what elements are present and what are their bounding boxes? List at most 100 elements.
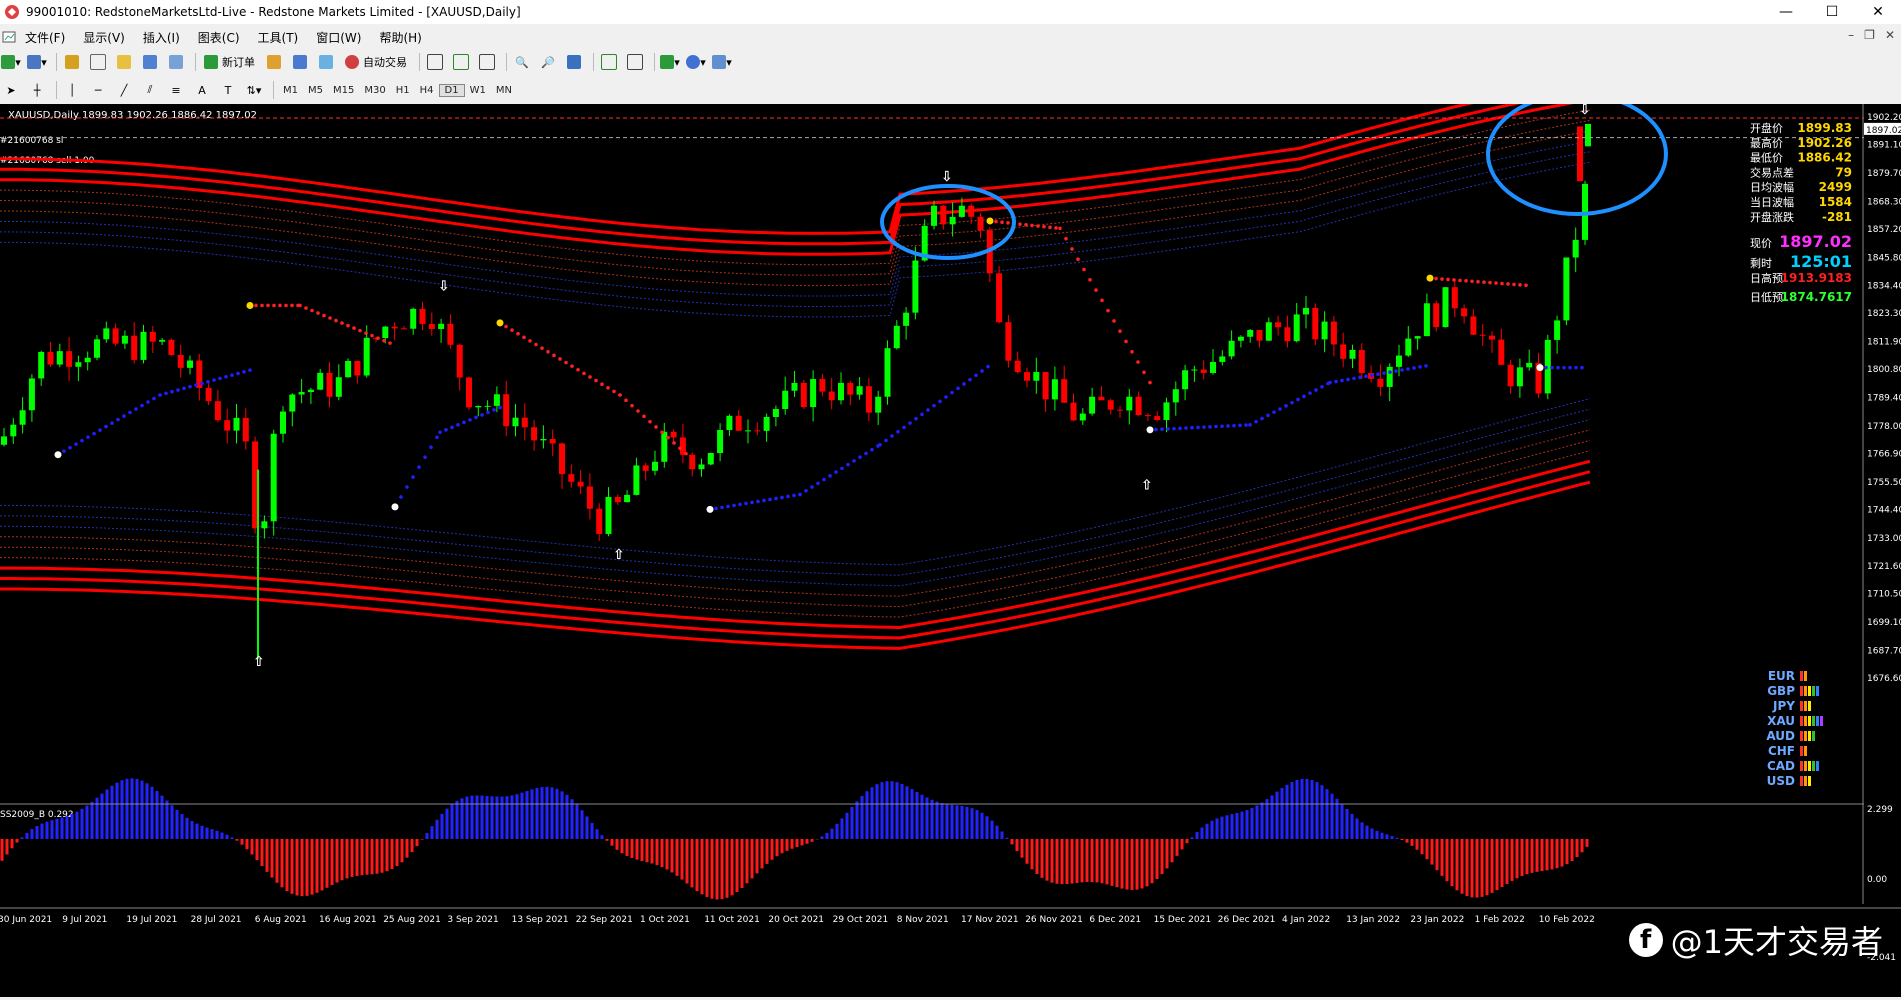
candle-body: [800, 382, 807, 408]
zoom-in-button[interactable]: 🔍: [511, 52, 533, 72]
auto-trading-button[interactable]: 自动交易: [341, 52, 411, 72]
price-tick: 1811.90: [1867, 338, 1901, 348]
terminal-icon: [143, 55, 157, 69]
trail-start-dot: [1536, 364, 1544, 372]
signals-button[interactable]: [289, 52, 311, 72]
trendline-button[interactable]: ╱: [113, 80, 135, 100]
trail-dot: [1272, 410, 1276, 414]
menu-tools[interactable]: 工具(T): [249, 29, 308, 46]
menu-charts[interactable]: 图表(C): [189, 29, 249, 46]
trail-dot: [684, 451, 688, 456]
line-chart-button[interactable]: [476, 52, 498, 72]
templates-button[interactable]: ▾: [711, 52, 733, 72]
data-window-button[interactable]: [87, 52, 109, 72]
trail-dot: [606, 385, 610, 390]
profiles-button[interactable]: ▾: [26, 52, 48, 72]
tile-windows-button[interactable]: [563, 52, 585, 72]
horizontal-line-button[interactable]: ─: [87, 80, 109, 100]
new-order-button[interactable]: 新订单: [200, 52, 259, 72]
price-now-value: 1897.02: [1779, 232, 1852, 251]
trail-dot: [1006, 221, 1010, 225]
close-button[interactable]: ✕: [1855, 0, 1901, 24]
cursor-button[interactable]: ➤: [0, 80, 22, 100]
new-chart-button[interactable]: ▾: [0, 52, 22, 72]
standard-toolbar: ▾ ▾ 新订单 自动交易 🔍 🔎 ▾ ▾ ▾: [0, 50, 1901, 74]
periods-button[interactable]: ▾: [685, 52, 707, 72]
price-chart[interactable]: XAUUSD,Daily 1899.83 1902.26 1886.42 189…: [0, 77, 1901, 997]
candlestick-button[interactable]: [450, 52, 472, 72]
text-button[interactable]: A: [191, 80, 213, 100]
child-minimize-icon[interactable]: –: [1848, 28, 1854, 42]
trail-dot: [1400, 368, 1404, 372]
separator: [506, 53, 507, 71]
menu-window[interactable]: 窗口(W): [307, 29, 370, 46]
trail-dot: [1244, 423, 1248, 427]
tf-m30[interactable]: M30: [359, 85, 390, 96]
candle-body: [475, 405, 482, 408]
currency-strength-bar: [1804, 761, 1807, 771]
currency-strength-bar: [1804, 716, 1807, 726]
menu-view[interactable]: 显示(V): [74, 29, 134, 46]
candle-body: [1479, 334, 1486, 336]
minimize-button[interactable]: —: [1763, 0, 1809, 24]
trail-dot: [236, 371, 240, 376]
chart-shift-button[interactable]: [624, 52, 646, 72]
separator: [273, 81, 274, 99]
market-watch-button[interactable]: [61, 52, 83, 72]
metaeditor-icon: [267, 55, 281, 69]
channel-button[interactable]: ⫽: [139, 80, 161, 100]
menu-insert[interactable]: 插入(I): [134, 29, 189, 46]
candle-body: [838, 382, 844, 401]
fibonacci-button[interactable]: ≡: [165, 80, 187, 100]
tf-mn[interactable]: MN: [491, 85, 517, 96]
vps-button[interactable]: [315, 52, 337, 72]
tester-button[interactable]: [165, 52, 187, 72]
trail-dot: [92, 431, 96, 436]
vertical-line-button[interactable]: │: [61, 80, 83, 100]
trail-dot: [1220, 424, 1224, 429]
trail-dot: [1446, 277, 1450, 282]
tf-h1[interactable]: H1: [391, 85, 415, 96]
indicator-tick: 0.00: [1867, 875, 1887, 885]
menu-file[interactable]: 文件(F): [16, 29, 74, 46]
indicators-button[interactable]: ▾: [659, 52, 681, 72]
trail-dot: [774, 496, 778, 501]
trail-dot: [648, 419, 652, 424]
currency-strength-bar: [1808, 716, 1811, 726]
metaeditor-button[interactable]: [263, 52, 285, 72]
maximize-button[interactable]: ☐: [1809, 0, 1855, 24]
tf-d1[interactable]: D1: [438, 83, 465, 97]
separator: [419, 53, 420, 71]
zoom-out-button[interactable]: 🔎: [537, 52, 559, 72]
menu-help[interactable]: 帮助(H): [370, 29, 430, 46]
tf-h4[interactable]: H4: [415, 85, 439, 96]
child-close-icon[interactable]: ✕: [1885, 28, 1895, 42]
trail-dot: [206, 379, 210, 384]
info-label: 开盘涨跌: [1750, 210, 1794, 224]
navigator-button[interactable]: [113, 52, 135, 72]
currency-label: XAU: [1767, 714, 1795, 728]
tf-w1[interactable]: W1: [465, 85, 491, 96]
candle-body: [1489, 335, 1495, 340]
chart-window[interactable]: XAUUSD,Daily 1899.83 1902.26 1886.42 189…: [0, 77, 1901, 997]
tf-m1[interactable]: M1: [278, 85, 303, 96]
terminal-button[interactable]: [139, 52, 161, 72]
tf-m5[interactable]: M5: [303, 85, 328, 96]
tf-m15[interactable]: M15: [328, 85, 359, 96]
auto-scroll-button[interactable]: [598, 52, 620, 72]
bar-chart-button[interactable]: [424, 52, 446, 72]
trail-dot: [346, 323, 350, 328]
trail-dot: [1024, 222, 1028, 227]
text-label-button[interactable]: T: [217, 80, 239, 100]
trail-dot: [528, 339, 532, 343]
trail-dot: [618, 393, 622, 397]
candle-body: [661, 431, 668, 462]
candle-body: [66, 351, 73, 367]
child-restore-icon[interactable]: ❐: [1864, 28, 1875, 42]
trail-start-dot: [54, 451, 62, 459]
band-lower: [0, 429, 1591, 597]
trail-dot: [1130, 349, 1134, 354]
crosshair-button[interactable]: ┼: [26, 80, 48, 100]
arrows-button[interactable]: ⇅▾: [243, 80, 265, 100]
candle-body: [1358, 349, 1365, 374]
